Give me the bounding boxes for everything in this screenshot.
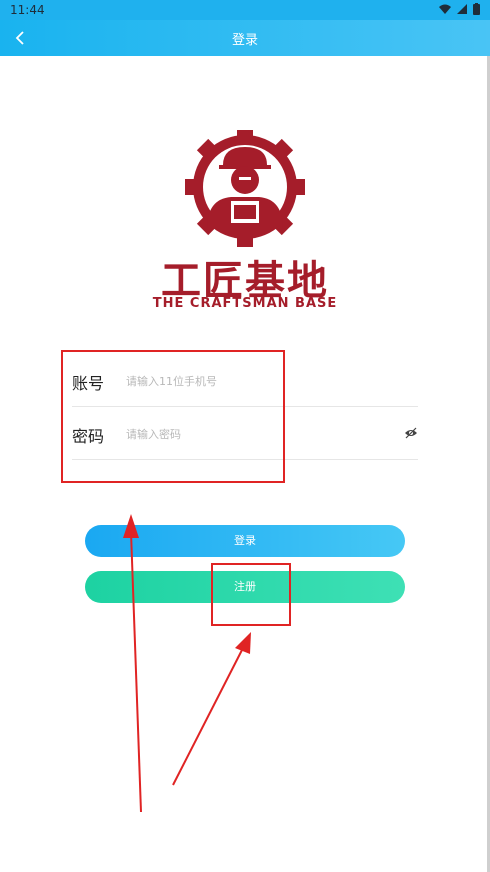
- wifi-icon: [439, 4, 451, 14]
- status-icons: [439, 3, 480, 15]
- gear-worker-emblem-icon: [185, 130, 305, 247]
- login-button[interactable]: 登录: [85, 525, 405, 557]
- page-title: 登录: [231, 33, 258, 48]
- battery-icon: [473, 3, 480, 15]
- logo-en-text: THE CRAFTSMAN BASE: [152, 296, 338, 311]
- status-time: 11:44: [10, 3, 45, 17]
- brand-logo: 工匠基地 THE CRAFTSMAN BASE: [145, 130, 345, 320]
- annotation-arrow-register: [172, 647, 244, 786]
- annotation-box-register: [211, 563, 291, 626]
- app-bar: 登录: [0, 20, 490, 56]
- eye-off-icon: [405, 427, 417, 439]
- signal-icon: [457, 4, 467, 14]
- toggle-password-visibility[interactable]: [404, 425, 418, 439]
- annotation-arrowhead-register: [235, 632, 251, 654]
- status-bar: 11:44: [0, 0, 490, 20]
- annotation-box-form: [61, 350, 285, 483]
